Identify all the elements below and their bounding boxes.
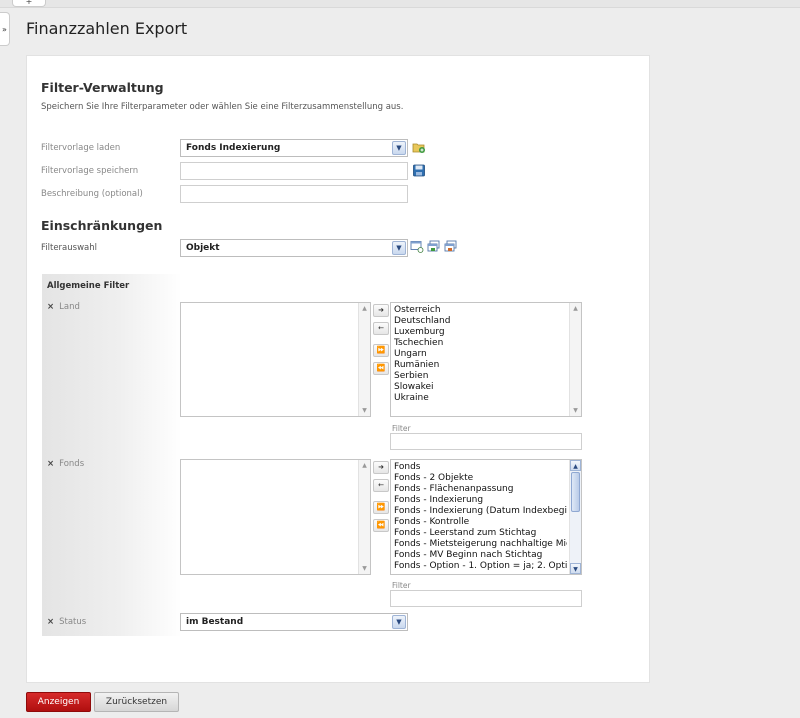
filter-management-hint: Speichern Sie Ihre Filterparameter oder … xyxy=(41,102,404,112)
list-option[interactable]: Slowakei xyxy=(394,382,567,393)
general-filters-background xyxy=(42,274,182,636)
list-option[interactable]: Fonds - MV Beginn nach Stichtag xyxy=(394,550,567,561)
load-folder-icon[interactable] xyxy=(412,141,426,154)
filter-selection-select[interactable]: Objekt ▼ xyxy=(180,239,408,257)
fonds-selected-list[interactable]: ▲ ▼ xyxy=(180,459,371,575)
restrictions-heading: Einschränkungen xyxy=(41,218,163,233)
status-filter-label: × Status xyxy=(47,617,87,627)
land-selected-list[interactable]: ▲ ▼ xyxy=(180,302,371,417)
plus-icon: + xyxy=(25,0,33,6)
list-option[interactable]: Ungarn xyxy=(394,349,567,360)
reset-button[interactable]: Zurücksetzen xyxy=(94,692,179,712)
list-option[interactable]: Tschechien xyxy=(394,338,567,349)
scroll-down-icon[interactable]: ▼ xyxy=(570,405,581,416)
scroll-down-icon[interactable]: ▼ xyxy=(359,563,370,574)
general-filters-heading: Allgemeine Filter xyxy=(47,281,130,291)
scroll-up-icon[interactable]: ▲ xyxy=(359,303,370,314)
remove-land-filter-icon[interactable]: × xyxy=(47,302,54,312)
chevron-down-icon: ▼ xyxy=(392,241,406,255)
land-available-options: Österreich Deutschland Luxemburg Tschechien… xyxy=(394,305,567,404)
scroll-up-icon[interactable]: ▲ xyxy=(570,303,581,314)
scroll-up-icon[interactable]: ▲ xyxy=(570,460,581,471)
remove-filter-icon[interactable] xyxy=(444,240,458,253)
fonds-remove-button[interactable]: ← xyxy=(373,479,389,492)
save-disk-icon[interactable] xyxy=(412,164,426,177)
top-bar xyxy=(0,0,800,8)
description-label: Beschreibung (optional) xyxy=(41,189,143,199)
filter-selection-label: Filterauswahl xyxy=(41,243,97,253)
scroll-down-icon[interactable]: ▼ xyxy=(570,563,581,574)
chevron-down-icon: ▼ xyxy=(392,615,406,629)
list-option[interactable]: Serbien xyxy=(394,371,567,382)
list-option[interactable]: Fonds - Flächenanpassung xyxy=(394,484,567,495)
list-option[interactable]: Luxemburg xyxy=(394,327,567,338)
add-tab-button[interactable]: + xyxy=(12,0,46,7)
land-available-list[interactable]: Österreich Deutschland Luxemburg Tschechien… xyxy=(390,302,582,417)
filter-management-heading: Filter-Verwaltung xyxy=(41,80,164,95)
status-value: im Bestand xyxy=(186,617,244,627)
fonds-available-scrollbar[interactable]: ▲ ▼ xyxy=(569,460,581,574)
chevron-right-icon: » xyxy=(2,25,7,34)
land-available-scrollbar[interactable]: ▲ ▼ xyxy=(569,303,581,416)
save-template-input[interactable] xyxy=(180,162,408,180)
land-add-button[interactable]: ➜ xyxy=(373,304,389,317)
sidebar-toggle-button[interactable]: » xyxy=(0,12,10,46)
filter-selection-value: Objekt xyxy=(186,243,220,253)
list-option[interactable]: Fonds - Option - 1. Option = ja; 2. Opti… xyxy=(394,561,567,572)
fonds-selected-scrollbar[interactable]: ▲ ▼ xyxy=(358,460,370,574)
list-option[interactable]: Ukraine xyxy=(394,393,567,404)
land-filter-search-label: Filter xyxy=(392,424,411,433)
save-template-label: Filtervorlage speichern xyxy=(41,166,139,176)
land-remove-button[interactable]: ← xyxy=(373,322,389,335)
land-filter-search-input[interactable] xyxy=(390,433,582,450)
status-select[interactable]: im Bestand ▼ xyxy=(180,613,408,631)
list-option[interactable]: Rumänien xyxy=(394,360,567,371)
list-option[interactable]: Fonds - Kontrolle xyxy=(394,517,567,528)
fonds-available-options: Fonds Fonds - 2 Objekte Fonds - Flächenanp… xyxy=(394,462,567,572)
land-add-all-button[interactable]: ⏩ xyxy=(373,344,389,357)
load-template-value: Fonds Indexierung xyxy=(186,143,281,153)
fonds-filter-label: × Fonds xyxy=(47,459,85,469)
fonds-add-button[interactable]: ➜ xyxy=(373,461,389,474)
load-template-label: Filtervorlage laden xyxy=(41,143,121,153)
fonds-remove-all-button[interactable]: ⏪ xyxy=(373,519,389,532)
scrollbar-thumb[interactable] xyxy=(571,472,580,512)
load-template-select[interactable]: Fonds Indexierung ▼ xyxy=(180,139,408,157)
list-option[interactable]: Österreich xyxy=(394,305,567,316)
fonds-filter-search-label: Filter xyxy=(392,581,411,590)
land-remove-all-button[interactable]: ⏪ xyxy=(373,362,389,375)
list-option[interactable]: Fonds - Indexierung xyxy=(394,495,567,506)
chevron-down-icon: ▼ xyxy=(392,141,406,155)
list-option[interactable]: Fonds - Mietsteigerung nachhaltige Miete xyxy=(394,539,567,550)
list-option[interactable]: Fonds - Leerstand zum Stichtag xyxy=(394,528,567,539)
show-button[interactable]: Anzeigen xyxy=(26,692,91,712)
list-option[interactable]: Fonds - 2 Objekte xyxy=(394,473,567,484)
land-filter-label: × Land xyxy=(47,302,80,312)
list-option[interactable]: Fonds xyxy=(394,462,567,473)
remove-fonds-filter-icon[interactable]: × xyxy=(47,459,54,469)
fonds-filter-search-input[interactable] xyxy=(390,590,582,607)
copy-filter-icon[interactable] xyxy=(427,240,441,253)
list-option[interactable]: Fonds - Indexierung (Datum Indexbeginn f… xyxy=(394,506,567,517)
page-title: Finanzzahlen Export xyxy=(26,19,188,38)
remove-status-filter-icon[interactable]: × xyxy=(47,617,54,627)
fonds-available-list[interactable]: Fonds Fonds - 2 Objekte Fonds - Flächenanp… xyxy=(390,459,582,575)
add-filter-icon[interactable] xyxy=(410,240,424,253)
export-panel: Filter-Verwaltung Speichern Sie Ihre Fil… xyxy=(26,55,650,683)
description-input[interactable] xyxy=(180,185,408,203)
scroll-down-icon[interactable]: ▼ xyxy=(359,405,370,416)
fonds-add-all-button[interactable]: ⏩ xyxy=(373,501,389,514)
list-option[interactable]: Deutschland xyxy=(394,316,567,327)
scroll-up-icon[interactable]: ▲ xyxy=(359,460,370,471)
land-selected-scrollbar[interactable]: ▲ ▼ xyxy=(358,303,370,416)
